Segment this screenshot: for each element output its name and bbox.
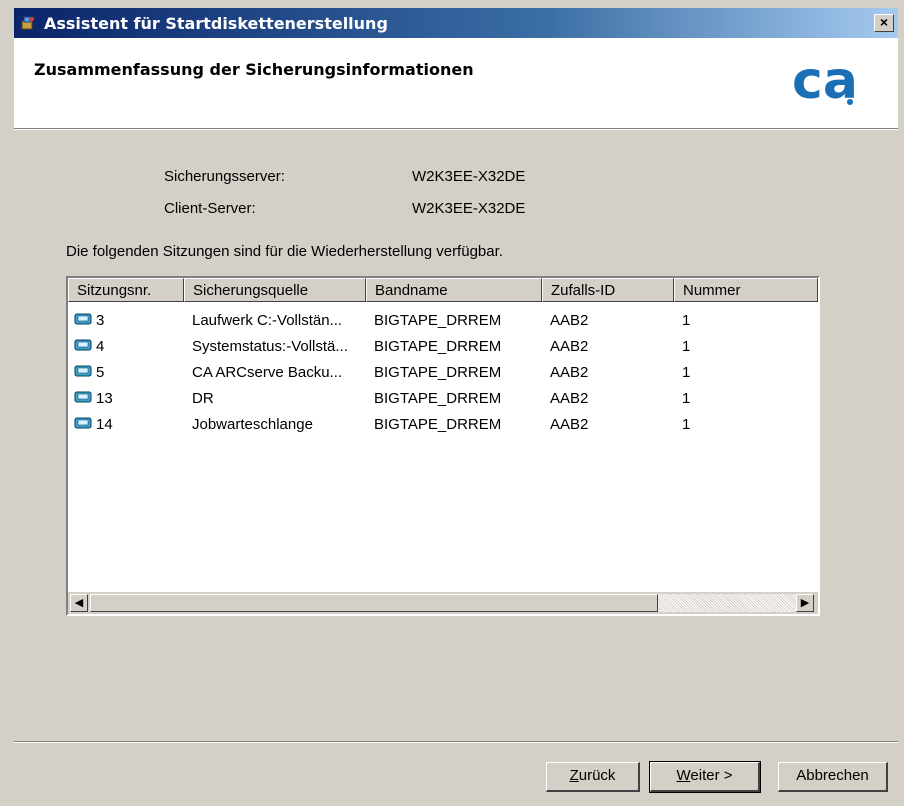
tape-session-icon (74, 339, 92, 351)
column-header-tape[interactable]: Bandname (366, 278, 542, 302)
sessions-info-text: Die folgenden Sitzungen sind für die Wie… (66, 243, 503, 260)
wizard-header: Zusammenfassung der Sicherungsinformatio… (14, 38, 898, 129)
scroll-thumb[interactable] (90, 594, 658, 612)
scroll-left-button[interactable]: ◀ (70, 594, 88, 612)
table-row[interactable]: 4 Systemstatus:-Vollstä... BIGTAPE_DRREM… (68, 334, 818, 360)
tape-session-icon (74, 365, 92, 377)
page-title: Zusammenfassung der Sicherungsinformatio… (34, 60, 474, 79)
window-title: Assistent für Startdiskettenerstellung (44, 14, 388, 33)
cancel-button[interactable]: Abbrechen (778, 762, 888, 792)
ca-logo: ca (792, 54, 854, 108)
column-header-random-id[interactable]: Zufalls-ID (542, 278, 674, 302)
header-separator (14, 129, 898, 130)
client-value: W2K3EE-X32DE (412, 200, 526, 217)
wizard-window: Assistent für Startdiskettenerstellung ×… (0, 0, 904, 806)
arrow-right-icon: ▶ (800, 597, 810, 609)
svg-text:ca: ca (792, 54, 854, 108)
column-header-session[interactable]: Sitzungsnr. (68, 278, 184, 302)
session-list[interactable]: Sitzungsnr. Sicherungsquelle Bandname Zu… (66, 276, 820, 616)
horizontal-scrollbar[interactable]: ◀ ▶ (68, 592, 818, 614)
scroll-track[interactable] (658, 594, 796, 612)
column-header-number[interactable]: Nummer (674, 278, 818, 302)
next-button[interactable]: Weiter > (649, 761, 761, 793)
close-button[interactable]: × (874, 14, 894, 32)
back-button[interactable]: Zurück (546, 762, 640, 792)
tape-session-icon (74, 417, 92, 429)
footer-separator-highlight (14, 742, 898, 743)
table-row[interactable]: 14 Jobwarteschlange BIGTAPE_DRREM AAB2 1 (68, 412, 818, 438)
arrow-left-icon: ◀ (74, 597, 84, 609)
title-bar[interactable]: Assistent für Startdiskettenerstellung × (14, 8, 898, 38)
server-value: W2K3EE-X32DE (412, 168, 526, 185)
tape-session-icon (74, 391, 92, 403)
column-header-source[interactable]: Sicherungsquelle (184, 278, 366, 302)
server-label: Sicherungsserver: (164, 168, 285, 185)
wizard-app-icon (21, 16, 34, 30)
table-row[interactable]: 3 Laufwerk C:-Vollstän... BIGTAPE_DRREM … (68, 308, 818, 334)
table-row[interactable]: 13 DR BIGTAPE_DRREM AAB2 1 (68, 386, 818, 412)
tape-session-icon (74, 313, 92, 325)
close-icon: × (879, 14, 889, 30)
client-label: Client-Server: (164, 200, 256, 217)
scroll-right-button[interactable]: ▶ (796, 594, 814, 612)
table-row[interactable]: 5 CA ARCserve Backu... BIGTAPE_DRREM AAB… (68, 360, 818, 386)
